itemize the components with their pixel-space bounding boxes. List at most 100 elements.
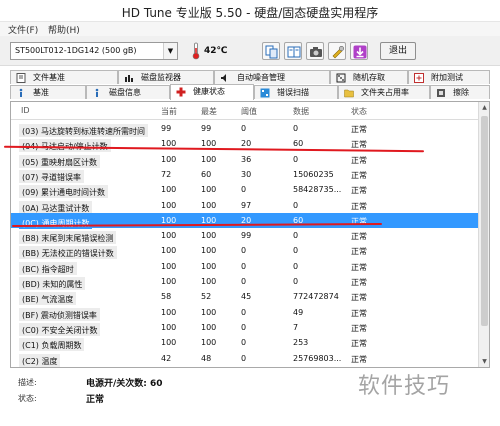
options-icon: [332, 45, 345, 59]
tab-label: 擦除: [453, 88, 469, 97]
tab-error-scan[interactable]: 错误扫描: [254, 85, 338, 99]
tab-label: 磁盘监视器: [141, 73, 181, 82]
cell-status: 正常: [351, 125, 367, 134]
table-row[interactable]: (03) 马达旋转到标准转速所需时间 99 99 0 0 正常: [11, 121, 479, 137]
column-header-current[interactable]: 当前: [161, 106, 177, 117]
options-button[interactable]: [328, 42, 346, 60]
column-header-threshold[interactable]: 阈值: [241, 106, 257, 117]
table-row[interactable]: (07) 寻道错误率 72 60 30 15060235 正常: [11, 167, 479, 183]
tab-file-benchmark[interactable]: 文件基准: [10, 70, 118, 84]
vertical-scrollbar[interactable]: ▲ ▼: [478, 102, 489, 367]
table-row[interactable]: (BB) 无法校正的错误计数 100 100 0 0 正常: [11, 243, 479, 260]
disk-info-icon: [95, 88, 99, 97]
table-row[interactable]: (05) 重映射扇区计数 100 100 36 0 正常: [11, 152, 479, 168]
cell-attribute-id: (C1) 负载周期数: [19, 338, 85, 352]
cell-current: 58: [161, 292, 172, 302]
drive-select[interactable]: ST500LT012-1DG142 (500 gB) ▼: [10, 42, 178, 60]
table-row[interactable]: (BD) 未知的属性 100 100 0 0 正常: [11, 274, 479, 290]
cell-worst: 100: [201, 261, 217, 271]
cell-status: 正常: [351, 201, 367, 211]
tab-label: 自动噪音管理: [237, 73, 285, 82]
tab-disk-info[interactable]: 磁盘信息: [86, 85, 170, 99]
column-header-status[interactable]: 状态: [351, 106, 367, 117]
table-row[interactable]: (C2) 温度 42 48 0 25769803... 正常: [11, 351, 479, 367]
cell-status: 正常: [351, 247, 367, 257]
cell-current: 100: [161, 246, 177, 256]
column-header-worst[interactable]: 最差: [201, 106, 217, 117]
tab-row-2: 基准 磁盘信息 健康状态 错误扫描 文件夹占用率 擦除: [10, 84, 490, 100]
cell-data: 0: [293, 261, 299, 271]
cell-threshold: 36: [241, 154, 252, 164]
tab-extra-tests[interactable]: 附加测试: [408, 70, 490, 84]
toolbar: ST500LT012-1DG142 (500 gB) ▼ 42℃ 退出: [0, 36, 500, 66]
cell-current: 100: [161, 307, 177, 317]
table-row[interactable]: (BC) 指令超时 100 100 0 0 正常: [11, 259, 479, 275]
camera-icon: [310, 47, 322, 57]
cell-attribute-id: (07) 寻道错误率: [19, 169, 84, 183]
table-header: ID 当前 最差 阈值 数据 状态: [11, 102, 479, 120]
copy-button[interactable]: [262, 42, 280, 60]
copy-all-button[interactable]: [284, 42, 302, 60]
cell-threshold: 0: [241, 277, 247, 286]
cell-threshold: 0: [241, 246, 247, 256]
cell-attribute-id: (03) 马达旋转到标准转速所需时间: [19, 124, 148, 137]
cell-current: 42: [161, 353, 172, 363]
scroll-down-icon[interactable]: ▼: [479, 356, 489, 367]
smart-attribute-table[interactable]: ID 当前 最差 阈值 数据 状态 (03) 马达旋转到标准转速所需时间 99 99…: [10, 101, 490, 368]
table-row[interactable]: (0A) 马达重试计数 100 100 97 0 正常: [11, 198, 479, 214]
cell-attribute-id: (0A) 马达重试计数: [19, 200, 93, 214]
cell-threshold: 45: [241, 292, 252, 302]
cell-current: 100: [161, 322, 177, 332]
tab-label: 错误扫描: [277, 88, 309, 97]
error-scan-icon: [260, 88, 270, 98]
copy-all-icon: [287, 46, 301, 58]
menu-file[interactable]: 文件(F): [8, 23, 38, 36]
status-value: 正常: [86, 395, 105, 405]
scroll-up-icon[interactable]: ▲: [479, 102, 489, 113]
exit-button[interactable]: 退出: [380, 42, 416, 60]
chevron-down-icon[interactable]: ▼: [163, 43, 177, 59]
tab-benchmark[interactable]: 基准: [10, 85, 86, 99]
table-row[interactable]: (C1) 负载周期数 100 100 0 253 正常: [11, 335, 479, 352]
tab-folder-usage[interactable]: 文件夹占用率: [338, 85, 430, 99]
menu-help[interactable]: 帮助(H): [48, 23, 80, 36]
cell-threshold: 0: [241, 322, 247, 332]
tab-noise-management[interactable]: 自动噪音管理: [214, 70, 330, 84]
extra-tests-icon: [414, 73, 424, 83]
copy-icon: [265, 45, 278, 59]
table-row[interactable]: (BE) 气流温度 58 52 45 772472874 正常: [11, 289, 479, 306]
erase-icon: [437, 89, 445, 97]
table-row[interactable]: (C0) 不安全关闭计数 100 100 0 7 正常: [11, 320, 479, 336]
tab-label: 文件夹占用率: [361, 88, 409, 97]
cell-status: 正常: [351, 293, 367, 303]
cell-threshold: 30: [241, 169, 252, 179]
scrollbar-thumb[interactable]: [481, 116, 488, 326]
cell-attribute-id: (BC) 指令超时: [19, 261, 77, 275]
description-label: 描述:: [18, 378, 37, 387]
cell-attribute-id: (BD) 未知的属性: [19, 277, 86, 290]
table-row[interactable]: (B8) 末尾到末尾错误检测 100 100 99 0 正常: [11, 228, 479, 245]
column-header-data[interactable]: 数据: [293, 106, 309, 117]
tab-health[interactable]: 健康状态: [170, 84, 254, 100]
watermark-text: 软件技巧: [358, 374, 451, 399]
tab-label: 磁盘信息: [109, 88, 141, 97]
tab-disk-monitor[interactable]: 磁盘监视器: [118, 70, 214, 84]
cell-data: 0: [293, 246, 299, 256]
column-header-id[interactable]: ID: [21, 106, 30, 115]
save-button[interactable]: [350, 42, 368, 60]
title-bar: HD Tune 专业版 5.50 - 硬盘/固态硬盘实用程序: [0, 0, 500, 22]
cell-data: 0: [293, 277, 299, 286]
menu-bar: 文件(F) 帮助(H): [0, 22, 500, 36]
tab-label: 基准: [33, 88, 49, 97]
cell-status: 正常: [351, 308, 367, 318]
cell-data: 253: [293, 338, 309, 348]
cell-worst: 100: [201, 200, 217, 210]
screenshot-button[interactable]: [306, 42, 324, 60]
table-row[interactable]: (09) 累计通电时间计数 100 100 0 58428735... 正常: [11, 182, 479, 199]
cell-data: 60: [293, 139, 304, 149]
tab-erase[interactable]: 擦除: [430, 85, 490, 99]
cell-current: 100: [161, 200, 177, 210]
health-icon: [176, 87, 186, 97]
tab-random-access[interactable]: 随机存取: [330, 70, 408, 84]
table-row[interactable]: (BF) 震动侦测错误率 100 100 0 49 正常: [11, 305, 479, 321]
